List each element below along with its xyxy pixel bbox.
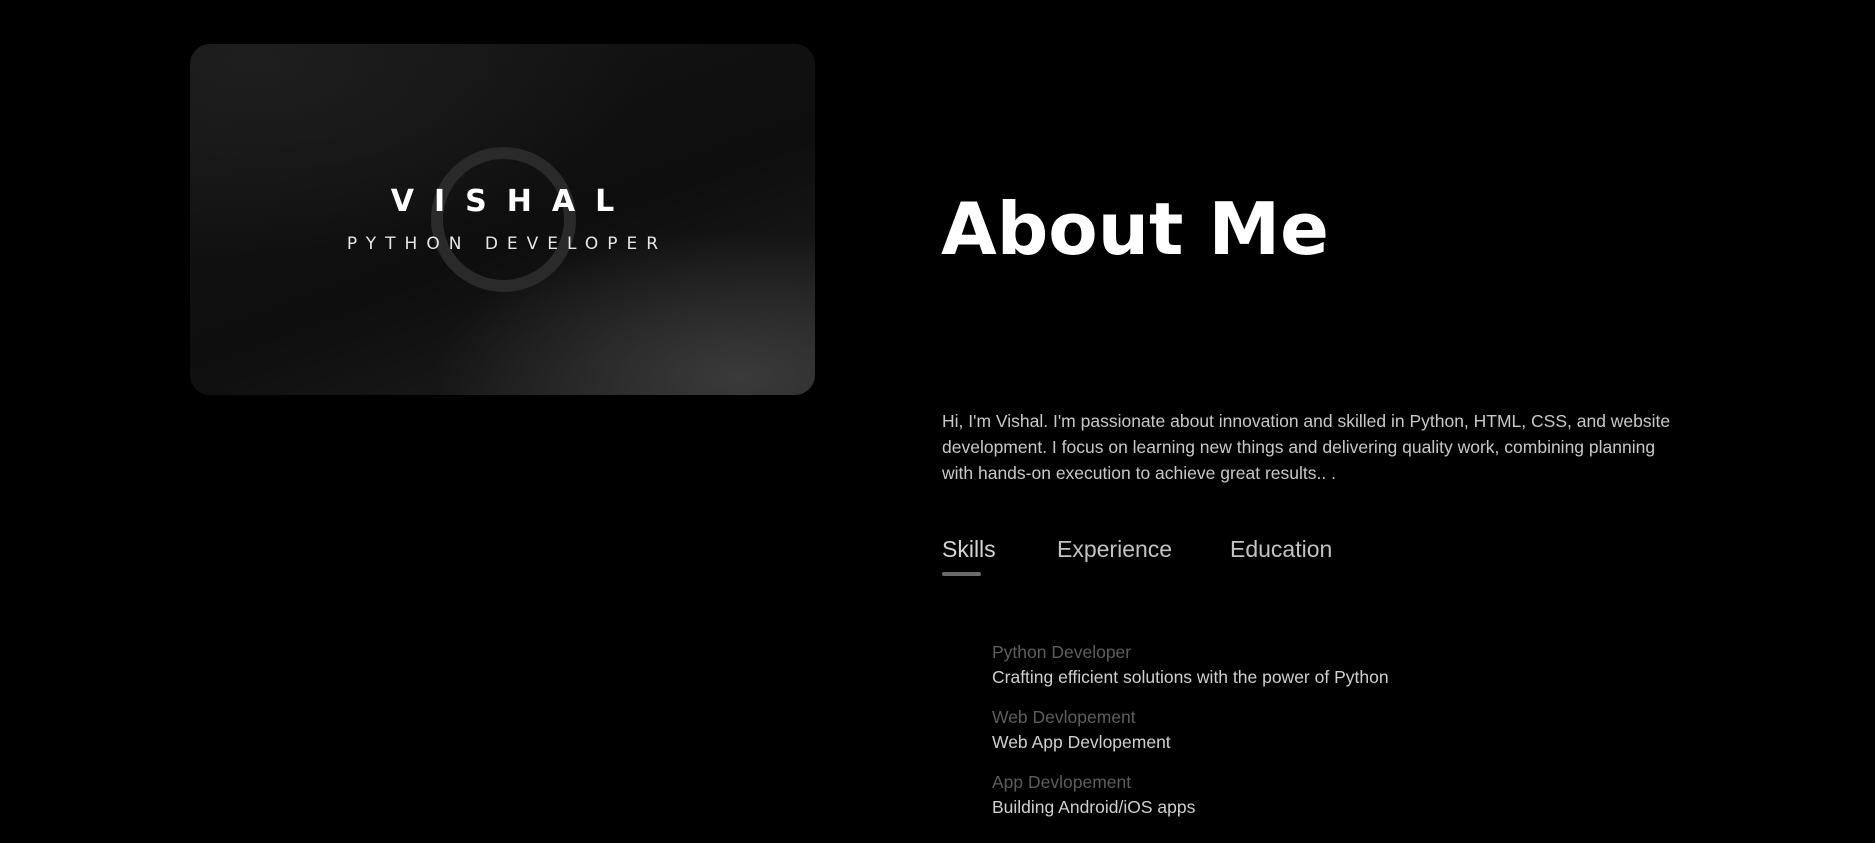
skills-list: Python Developer Crafting efficient solu… — [992, 640, 1592, 835]
active-tab-underline — [942, 572, 981, 576]
list-item: Web Devlopement Web App Devlopement — [992, 705, 1592, 770]
skill-description: Web App Devlopement — [992, 732, 1171, 752]
page: VISHAL PYTHON DEVELOPER About Me Hi, I'm… — [0, 0, 1875, 843]
card-role: PYTHON DEVELOPER — [346, 234, 668, 254]
about-intro-text: Hi, I'm Vishal. I'm passionate about inn… — [942, 411, 1671, 483]
profile-card: VISHAL PYTHON DEVELOPER — [190, 44, 815, 395]
tab-skills[interactable]: Skills — [942, 534, 996, 564]
tab-experience[interactable]: Experience — [1057, 534, 1172, 564]
skill-description: Building Android/iOS apps — [992, 797, 1196, 817]
ring-decoration — [431, 147, 576, 292]
tab-education[interactable]: Education — [1230, 534, 1332, 564]
card-name: VISHAL — [390, 184, 635, 219]
page-title: About Me — [941, 187, 1329, 271]
skill-title: Web Devlopement — [992, 707, 1136, 727]
skill-title: App Devlopement — [992, 772, 1132, 792]
skill-title: Python Developer — [992, 642, 1132, 662]
skill-description: Crafting efficient solutions with the po… — [992, 667, 1389, 687]
list-item: App Devlopement Building Android/iOS app… — [992, 770, 1592, 835]
list-item: Python Developer Crafting efficient solu… — [992, 640, 1592, 705]
